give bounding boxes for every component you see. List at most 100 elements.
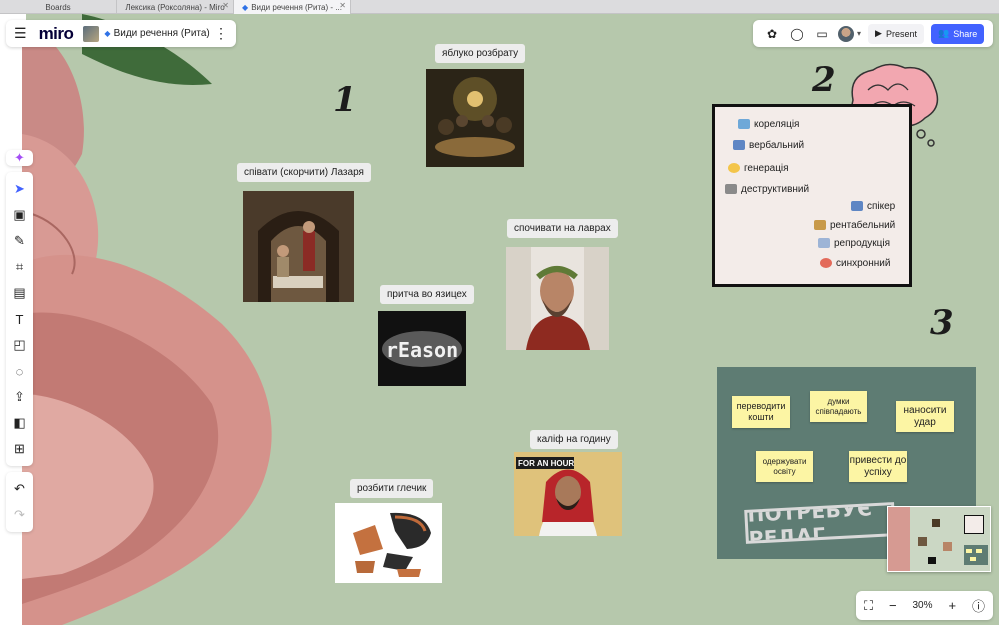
close-icon[interactable]: ✕	[222, 1, 229, 10]
label-caliph[interactable]: каліф на годину	[530, 430, 618, 449]
minimap-rose	[888, 507, 910, 571]
minimap-vocab	[964, 515, 984, 534]
tab-label: Види речення (Рита) - ...	[251, 2, 342, 12]
label-laurels[interactable]: спочивати на лаврах	[507, 219, 618, 238]
minimap-thumb	[918, 537, 927, 546]
vocab-word[interactable]: кореляція	[738, 119, 799, 130]
minimap-thumb	[928, 557, 936, 564]
vocab-word-text: кореляція	[754, 119, 800, 130]
reactions-icon[interactable]: ✿	[763, 27, 781, 41]
vocab-word[interactable]: деструктивний	[725, 184, 809, 195]
minimap-sticky	[966, 549, 972, 553]
shapes-icon[interactable]: ▣	[6, 202, 33, 228]
text-icon[interactable]: T	[6, 306, 33, 332]
face-emoji-icon	[728, 163, 740, 174]
select-cursor-icon[interactable]: ➤	[6, 176, 33, 202]
vocab-word-text: спікер	[867, 201, 896, 212]
minimap-sticky	[970, 557, 976, 561]
tab-boards[interactable]: Boards	[0, 0, 117, 14]
templates-icon[interactable]: ◧	[6, 410, 33, 436]
vocab-word-text: рентабельний	[830, 220, 896, 231]
fit-to-screen-icon[interactable]: ⛶	[864, 598, 873, 614]
present-button[interactable]: ▶ Present	[868, 23, 924, 44]
label-broken-jug[interactable]: розбити глечик	[350, 479, 434, 498]
tab-leksyka[interactable]: Лексика (Роксоляна) - Miro ✕	[117, 0, 234, 14]
money-bag-emoji-icon	[814, 220, 826, 231]
sticky-note[interactable]: думки співпадають	[810, 391, 867, 422]
pen-icon[interactable]: ✎	[6, 228, 33, 254]
tab-vydy-rechennia[interactable]: ◆ Види речення (Рита) - ... ✕	[234, 0, 351, 14]
zoom-level[interactable]: 30%	[913, 600, 933, 611]
minimap-thumb	[943, 542, 952, 551]
section-number-3[interactable]: 3	[930, 303, 954, 343]
more-options-icon[interactable]: ⋮	[214, 25, 228, 42]
vocab-word-text: репродукція	[834, 238, 891, 249]
vocab-word[interactable]: репродукція	[818, 238, 890, 249]
zoom-in-icon[interactable]: +	[948, 598, 956, 613]
share-button[interactable]: 👥 Share	[930, 23, 985, 44]
label-apple-of-discord[interactable]: яблуко розбрату	[435, 44, 526, 63]
sticky-note[interactable]: одержувати освіту	[756, 451, 813, 482]
close-icon[interactable]: ✕	[339, 1, 346, 10]
creation-toolbar: ✦ ➤ ▣ ✎ ⌗ ▤ T ◰ ◌ ⇪ ◧ ⊞ ↶ ↷	[6, 150, 33, 532]
rose-image[interactable]	[22, 14, 282, 625]
vocab-word[interactable]: спікер	[851, 201, 895, 212]
lazarus-image[interactable]	[243, 191, 354, 302]
zoom-controls: ⛶ − 30% + ⓘ	[856, 591, 993, 620]
speech-emoji-icon	[733, 140, 745, 151]
sticky-note-icon[interactable]: ◰	[6, 332, 33, 358]
board-thumbnail	[83, 25, 100, 42]
vocab-word[interactable]: рентабельний	[814, 220, 895, 231]
vocab-word[interactable]: синхронний	[820, 258, 890, 269]
laurels-image[interactable]	[506, 247, 609, 350]
comment-icon[interactable]: ◌	[6, 358, 33, 384]
table-icon[interactable]: ▤	[6, 280, 33, 306]
vocab-word[interactable]: вербальний	[733, 140, 804, 151]
chevron-down-icon[interactable]: ▾	[857, 29, 861, 38]
label-parable[interactable]: притча во язицех	[380, 285, 474, 304]
alarm-clock-emoji-icon	[820, 258, 832, 269]
caliph-image[interactable]: FOR AN HOUR	[514, 452, 622, 536]
miro-logo[interactable]: miro	[39, 24, 74, 44]
minimap-sticky	[976, 549, 982, 553]
sticky-note[interactable]: переводити кошти	[732, 396, 790, 428]
sticky-note[interactable]: наносити удар	[896, 401, 954, 432]
section-number-1[interactable]: 1	[333, 80, 357, 120]
ai-sparkle-icon[interactable]: ✦	[6, 150, 33, 166]
reason-image[interactable]: rEason	[378, 311, 466, 386]
avatar[interactable]	[838, 25, 854, 42]
label-lazarus[interactable]: співати (скорчити) Лазаря	[237, 163, 371, 182]
menu-icon[interactable]: ☰	[14, 25, 27, 42]
tools-group: ➤ ▣ ✎ ⌗ ▤ T ◰ ◌ ⇪ ◧ ⊞	[6, 172, 33, 466]
frame-icon[interactable]: ⌗	[6, 254, 33, 280]
minimap[interactable]	[887, 506, 991, 572]
miro-diamond-icon: ◆	[104, 29, 111, 38]
video-call-icon[interactable]: ▭	[813, 27, 831, 41]
vocab-word-text: вербальний	[749, 140, 805, 151]
redo-icon[interactable]: ↷	[6, 502, 33, 528]
section-number-2[interactable]: 2	[812, 60, 836, 100]
history-group: ↶ ↷	[6, 472, 33, 532]
vocab-word[interactable]: генерація	[728, 163, 789, 174]
minimap-green-board	[964, 545, 988, 565]
undo-icon[interactable]: ↶	[6, 476, 33, 502]
present-label: Present	[885, 28, 917, 39]
miro-diamond-icon: ◆	[242, 2, 249, 12]
caliph-image-text: FOR AN HOUR	[518, 459, 574, 468]
users-icon: 👥	[937, 28, 950, 38]
play-icon: ▶	[875, 28, 882, 38]
comments-icon[interactable]: ◯	[788, 27, 806, 41]
board-name[interactable]: ◆ Види речення (Рита)	[104, 28, 209, 39]
apple-of-discord-image[interactable]	[426, 69, 524, 167]
zoom-out-icon[interactable]: −	[889, 598, 897, 613]
sticky-note[interactable]: привести до успіху	[849, 451, 907, 482]
speaker-emoji-icon	[851, 201, 863, 212]
reason-image-text: rEason	[386, 338, 458, 362]
add-more-icon[interactable]: ⊞	[6, 436, 33, 462]
tab-label: Лексика (Роксоляна) - Miro	[125, 2, 225, 12]
upload-icon[interactable]: ⇪	[6, 384, 33, 410]
help-icon[interactable]: ⓘ	[972, 596, 985, 615]
chart-emoji-icon	[818, 238, 830, 249]
broken-jug-image[interactable]	[335, 503, 442, 583]
collaboration-toolbar: ✿ ◯ ▭ ▾ ▶ Present 👥 Share	[753, 20, 993, 47]
